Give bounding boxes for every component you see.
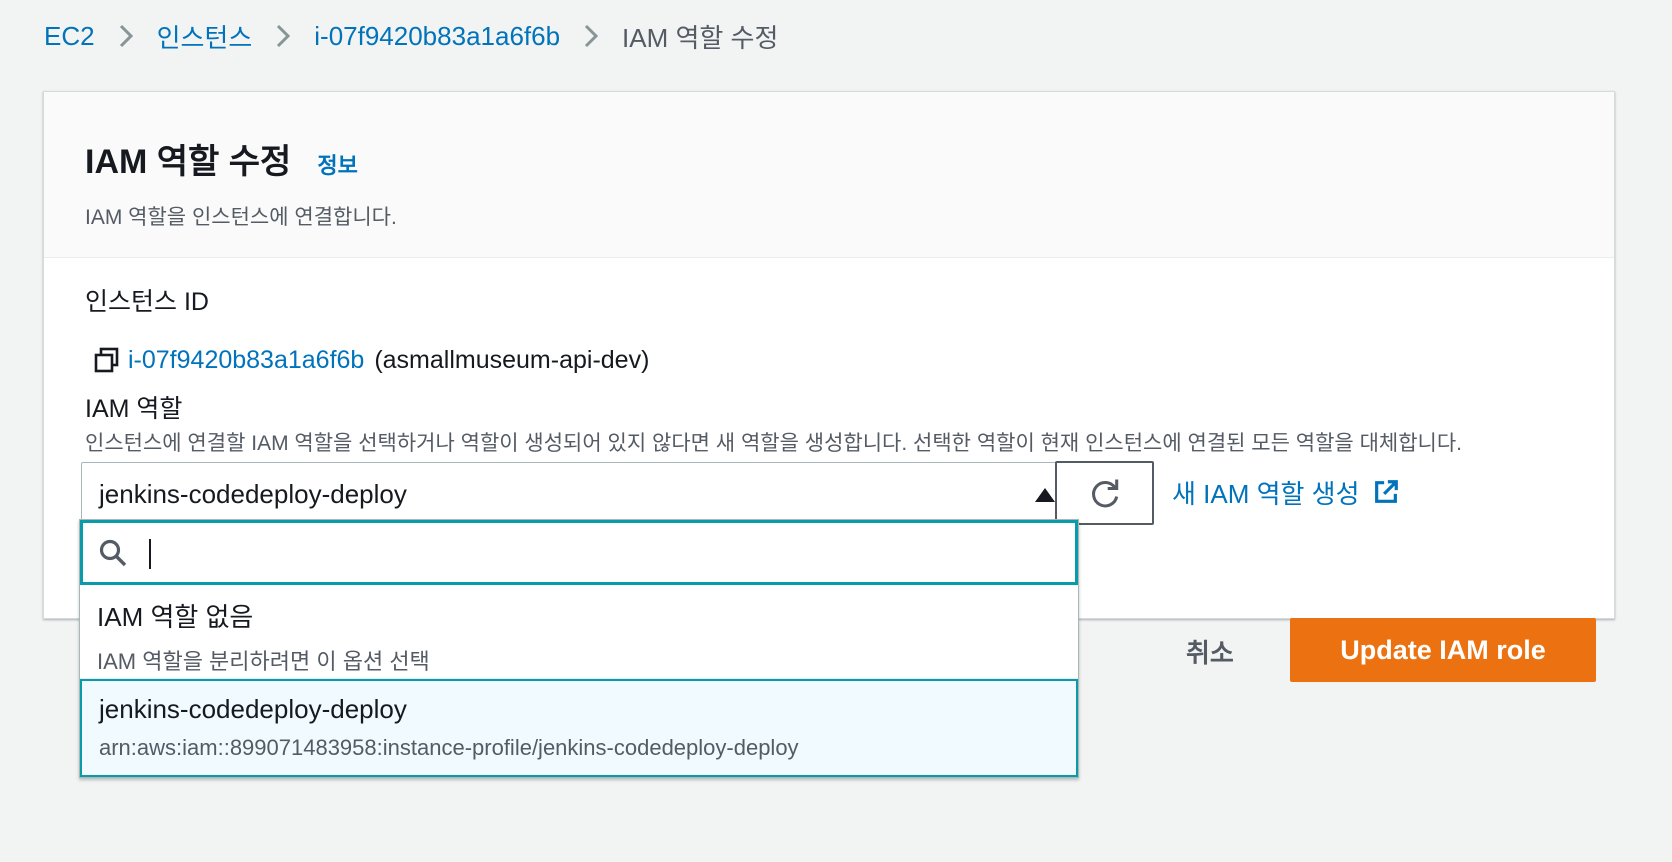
- breadcrumb: EC2 인스턴스 i-07f9420b83a1a6f6b IAM 역할 수정: [44, 18, 778, 54]
- page-description: IAM 역할을 인스턴스에 연결합니다.: [85, 206, 397, 229]
- breadcrumb-instances[interactable]: 인스턴스: [157, 18, 253, 55]
- iam-role-selected-value: jenkins-codedeploy-deploy: [99, 478, 407, 509]
- update-iam-role-button[interactable]: Update IAM role: [1290, 618, 1596, 682]
- dropdown-option-jenkins-codedeploy-deploy[interactable]: jenkins-codedeploy-deploy arn:aws:iam::8…: [80, 679, 1078, 777]
- iam-role-label: IAM 역할: [85, 395, 183, 423]
- option-label: IAM 역할 없음: [97, 602, 254, 632]
- cancel-button[interactable]: 취소: [1186, 633, 1234, 670]
- instance-name: (asmallmuseum-api-dev): [374, 345, 650, 374]
- external-link-icon: [1374, 480, 1398, 503]
- create-iam-role-label: 새 IAM 역할 생성: [1172, 478, 1360, 509]
- breadcrumb-instance-id[interactable]: i-07f9420b83a1a6f6b: [314, 21, 560, 52]
- text-cursor: [149, 539, 151, 569]
- dropdown-search-input[interactable]: [138, 538, 1038, 567]
- breadcrumb-ec2[interactable]: EC2: [44, 21, 95, 52]
- option-description: IAM 역할을 분리하려면 이 옵션 선택: [97, 649, 430, 674]
- option-description: arn:aws:iam::899071483958:instance-profi…: [99, 735, 799, 760]
- iam-role-select[interactable]: jenkins-codedeploy-deploy: [81, 462, 1079, 526]
- instance-id-link[interactable]: i-07f9420b83a1a6f6b: [128, 346, 364, 375]
- search-icon: [98, 538, 128, 568]
- instance-id-row: i-07f9420b83a1a6f6b (asmallmuseum-api-de…: [92, 342, 649, 378]
- dropdown-option-no-role[interactable]: IAM 역할 없음 IAM 역할을 분리하려면 이 옵션 선택: [80, 585, 1078, 679]
- chevron-right-icon: [582, 22, 600, 50]
- panel-title-row: IAM 역할 수정 정보: [85, 134, 1573, 183]
- instance-id-label: 인스턴스 ID: [85, 288, 209, 316]
- chevron-right-icon: [117, 22, 135, 50]
- breadcrumb-current: IAM 역할 수정: [622, 22, 779, 53]
- caret-up-icon: [1035, 488, 1055, 502]
- refresh-button[interactable]: [1055, 461, 1154, 525]
- iam-role-description: 인스턴스에 연결할 IAM 역할을 선택하거나 역할이 생성되어 있지 않다면 …: [85, 432, 1463, 455]
- chevron-right-icon: [274, 22, 292, 50]
- copy-icon[interactable]: [92, 345, 122, 375]
- panel-header: IAM 역할 수정 정보 IAM 역할을 인스턴스에 연결합니다.: [44, 92, 1614, 258]
- option-label: jenkins-codedeploy-deploy: [99, 694, 407, 724]
- dropdown-search[interactable]: [80, 520, 1078, 585]
- iam-role-dropdown: IAM 역할 없음 IAM 역할을 분리하려면 이 옵션 선택 jenkins-…: [79, 519, 1079, 778]
- refresh-icon: [1091, 479, 1118, 508]
- page-title: IAM 역할 수정: [85, 143, 292, 181]
- info-link[interactable]: 정보: [317, 148, 357, 180]
- create-iam-role-link[interactable]: 새 IAM 역할 생성: [1172, 472, 1400, 512]
